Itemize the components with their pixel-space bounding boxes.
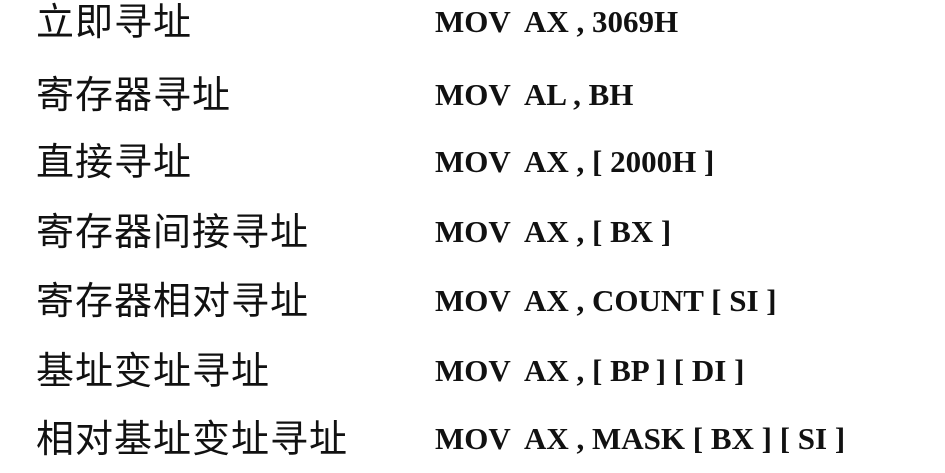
instruction-example: MOV AL , BH [435, 77, 634, 112]
instruction-example: MOV AX , MASK [ BX ] [ SI ] [435, 421, 846, 456]
addressing-mode-label: 相对基址变址寻址 [36, 417, 349, 461]
addressing-mode-label: 寄存器间接寻址 [36, 210, 310, 254]
instruction-example: MOV AX , [ BX ] [435, 214, 672, 249]
addressing-mode-label: 立即寻址 [36, 0, 193, 44]
instruction-example: MOV AX , COUNT [ SI ] [435, 283, 777, 318]
addressing-mode-label: 基址变址寻址 [36, 349, 271, 393]
addressing-modes-slide: 立即寻址 MOV AX , 3069H 寄存器寻址 MOV AL , BH 直接… [0, 0, 945, 471]
addressing-row-based-indexed: 基址变址寻址 MOV AX , [ BP ] [ DI ] [0, 337, 945, 405]
instruction-example: MOV AX , 3069H [435, 4, 679, 39]
instruction-example: MOV AX , [ BP ] [ DI ] [435, 353, 745, 388]
addressing-mode-label: 直接寻址 [36, 140, 193, 184]
instruction-example: MOV AX , [ 2000H ] [435, 144, 715, 179]
addressing-row-immediate: 立即寻址 MOV AX , 3069H [0, 0, 945, 56]
addressing-mode-label: 寄存器寻址 [36, 73, 232, 117]
addressing-row-relative-based-indexed: 相对基址变址寻址 MOV AX , MASK [ BX ] [ SI ] [0, 405, 945, 473]
addressing-row-register-relative: 寄存器相对寻址 MOV AX , COUNT [ SI ] [0, 267, 945, 335]
addressing-row-direct: 直接寻址 MOV AX , [ 2000H ] [0, 128, 945, 196]
addressing-mode-label: 寄存器相对寻址 [36, 279, 310, 323]
addressing-row-register: 寄存器寻址 MOV AL , BH [0, 61, 945, 129]
addressing-row-register-indirect: 寄存器间接寻址 MOV AX , [ BX ] [0, 198, 945, 266]
